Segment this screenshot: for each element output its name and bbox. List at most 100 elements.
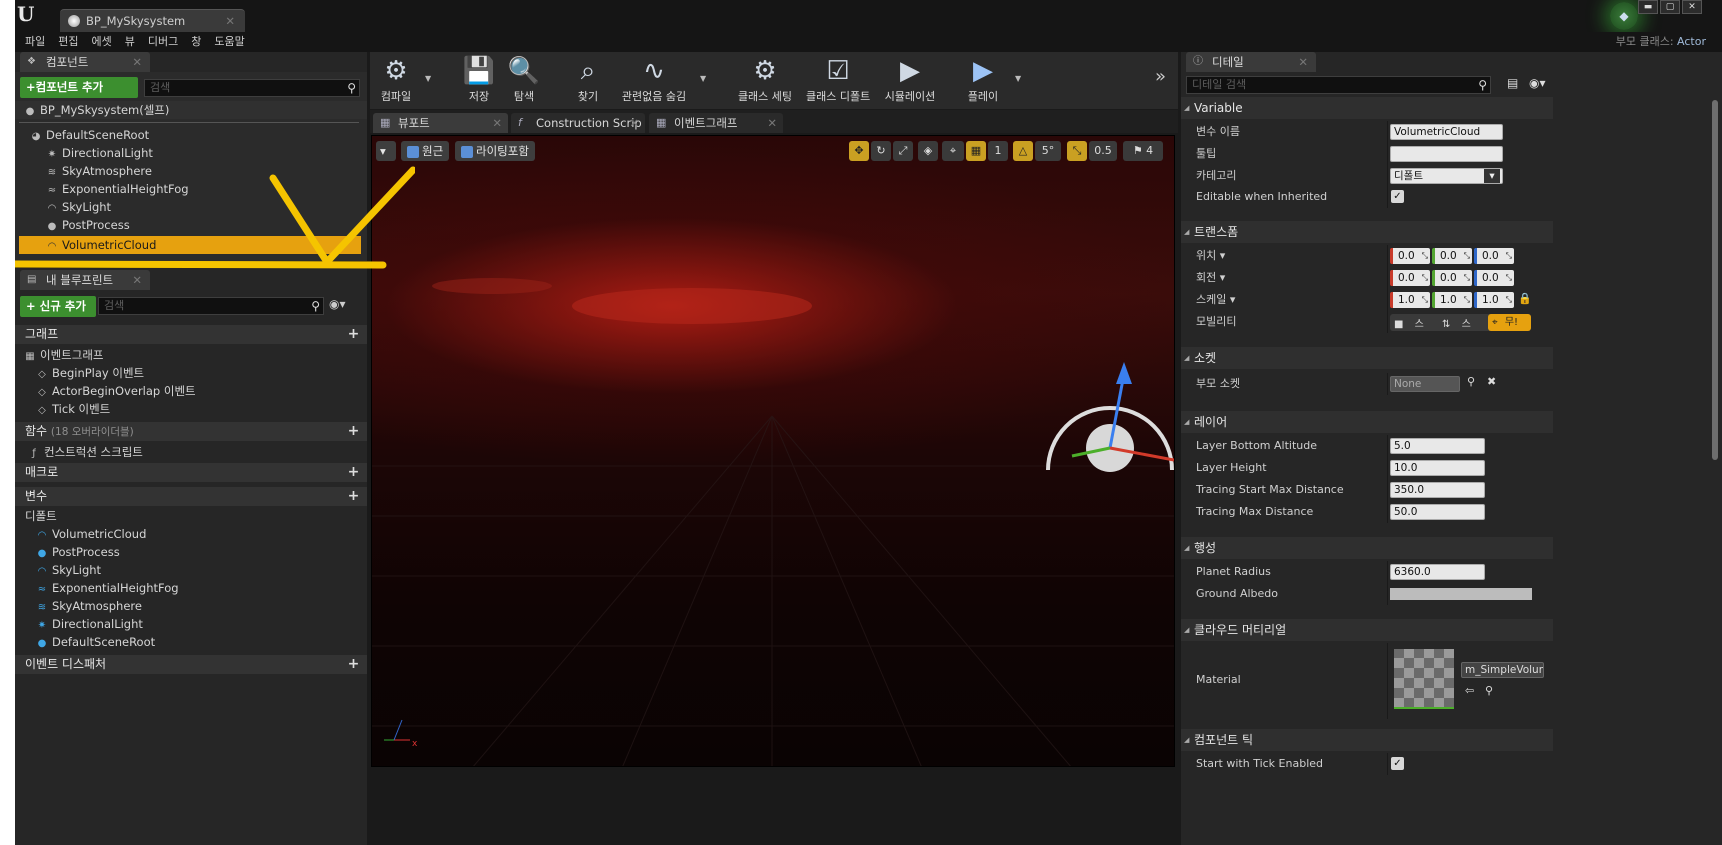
tracing-start-field[interactable]: 350.0 [1390, 482, 1485, 498]
graphs-section[interactable]: 그래프 + [15, 325, 367, 344]
transform-section[interactable]: 트랜스폼 [1181, 221, 1553, 243]
close-tab-icon[interactable]: ✕ [132, 52, 142, 72]
close-tab-icon[interactable]: ✕ [767, 113, 777, 133]
add-component-button[interactable]: +컴포넌트 추가 [20, 77, 138, 98]
tab-event-graph[interactable]: ▦ 이벤트그래프 ✕ [649, 113, 783, 133]
class-defaults-button[interactable]: ☑ 클래스 디폴트 [806, 52, 870, 109]
material-dropdown[interactable]: m_SimpleVolum [1461, 662, 1544, 678]
scale-snap-icon[interactable]: ⤡ [1067, 141, 1087, 161]
add-new-button[interactable]: + 신규 추가 ▾ [20, 296, 96, 334]
layer-bottom-field[interactable]: 5.0 [1390, 438, 1485, 454]
play-button[interactable]: ▶ 플레이 [963, 52, 1003, 109]
stationary-mobility-option[interactable]: ⇅ 스 [1442, 315, 1471, 330]
play-dropdown-icon[interactable]: ▼ [1015, 74, 1021, 83]
rotation-x-field[interactable]: 0.0 ⤡ [1390, 270, 1430, 286]
construction-script-row[interactable]: ƒ 컨스트럭션 스크립트 [15, 443, 367, 461]
find-button[interactable]: ⌕ 찾기 [571, 52, 605, 109]
rotation-label[interactable]: 회전 ▾ [1196, 267, 1225, 289]
variable-row[interactable]: ◠ VolumetricCloud [15, 525, 367, 543]
variable-name-field[interactable]: VolumetricCloud [1390, 124, 1503, 140]
variable-row[interactable]: ≈ ExponentialHeightFog [15, 579, 367, 597]
self-row[interactable]: ● BP_MySkysystem(셀프) [15, 101, 367, 119]
location-z-field[interactable]: 0.0 ⤡ [1474, 248, 1514, 264]
layers-section[interactable]: 레이어 [1181, 411, 1553, 433]
event-row[interactable]: ◇ ActorBeginOverlap 이벤트 [15, 382, 367, 400]
maximize-button[interactable]: ▢ [1660, 0, 1680, 14]
blueprint-search-input[interactable]: 검색 ⚲ [98, 297, 324, 315]
scale-snap-value[interactable]: 0.5 [1089, 141, 1117, 161]
close-tab-icon[interactable]: ✕ [629, 113, 639, 133]
add-macro-icon[interactable]: + [346, 465, 361, 480]
ground-albedo-color-swatch[interactable] [1390, 588, 1532, 600]
viewport[interactable]: x ▾ 원근 라이팅포함 ✥ ↻ ⤢ ◈ ⌖ ▦ 1 △ 5° ⤡ 0.5 ⚑ … [371, 135, 1175, 767]
view-options-icon[interactable]: ◉▾ [1529, 76, 1546, 90]
component-tick-section[interactable]: 컴포넌트 틱 [1181, 729, 1553, 751]
scale-tool-icon[interactable]: ⤢ [893, 141, 913, 161]
lock-icon[interactable]: 🔒 [1518, 292, 1532, 305]
location-x-field[interactable]: 0.0 ⤡ [1390, 248, 1430, 264]
simulation-button[interactable]: ▶ 시뮬레이션 [882, 52, 938, 109]
lighting-mode-button[interactable]: 라이팅포함 [455, 141, 535, 161]
component-row-selected[interactable]: ◠ VolumetricCloud [19, 236, 361, 254]
browse-button[interactable]: 🔍 탐색 [507, 52, 541, 109]
add-variable-icon[interactable]: + [346, 489, 361, 504]
minimize-button[interactable]: ▬ [1638, 0, 1658, 14]
variable-row[interactable]: ● DefaultSceneRoot [15, 633, 367, 651]
add-dispatcher-icon[interactable]: + [346, 657, 361, 672]
close-tab-icon[interactable]: ✕ [1298, 52, 1308, 72]
close-tab-icon[interactable]: ✕ [132, 270, 142, 290]
class-settings-button[interactable]: ⚙ 클래스 세팅 [735, 52, 795, 109]
location-label[interactable]: 위치 ▾ [1196, 245, 1225, 267]
variables-section[interactable]: 변수 + [15, 487, 367, 506]
details-search-input[interactable]: 디테일 검색 ⚲ [1186, 76, 1491, 94]
variable-row[interactable]: ◠ SkyLight [15, 561, 367, 579]
functions-section[interactable]: 함수 (18 오버라이더블) + [15, 422, 367, 441]
components-tab[interactable]: ❖ 컴포넌트 ✕ [20, 52, 150, 72]
macros-section[interactable]: 매크로 + [15, 463, 367, 482]
property-matrix-icon[interactable]: ▤ [1507, 76, 1518, 90]
movable-mobility-option[interactable]: ⌖ 무! [1488, 314, 1531, 331]
rotation-snap-icon[interactable]: △ [1013, 141, 1033, 161]
source-control-icon[interactable]: ◆ [1610, 2, 1638, 30]
grid-snap-icon[interactable]: ▦ [966, 141, 986, 161]
location-y-field[interactable]: 0.0 ⤡ [1432, 248, 1472, 264]
rotation-y-field[interactable]: 0.0 ⤡ [1432, 270, 1472, 286]
use-selected-asset-icon[interactable]: ⇦ [1465, 684, 1474, 697]
sky-light-gizmo-icon[interactable] [1046, 362, 1174, 472]
rotation-z-field[interactable]: 0.0 ⤡ [1474, 270, 1514, 286]
coordinate-space-icon[interactable]: ◈ [918, 141, 938, 161]
my-blueprint-tab[interactable]: ▤ 내 블루프린트 ✕ [20, 270, 150, 290]
scale-x-field[interactable]: 1.0 ⤡ [1390, 292, 1430, 308]
menu-view[interactable]: 뷰 [125, 32, 135, 52]
planet-section[interactable]: 행성 [1181, 537, 1553, 559]
tab-construction-script[interactable]: f Construction Scrip ✕ [511, 113, 645, 133]
menu-help[interactable]: 도움말 [214, 32, 244, 52]
details-tab[interactable]: ⓘ 디테일 ✕ [1186, 52, 1316, 72]
menu-debug[interactable]: 디버그 [148, 32, 178, 52]
component-row[interactable]: ◠ SkyLight [15, 198, 367, 216]
hide-unrelated-dropdown-icon[interactable]: ▼ [700, 74, 706, 83]
component-row[interactable]: ◕ DefaultSceneRoot [15, 126, 367, 144]
tracing-max-field[interactable]: 50.0 [1390, 504, 1485, 520]
menu-file[interactable]: 파일 [25, 32, 45, 52]
scale-y-field[interactable]: 1.0 ⤡ [1432, 292, 1472, 308]
browse-asset-icon[interactable]: ⚲ [1485, 684, 1493, 697]
variable-section[interactable]: Variable [1181, 97, 1553, 119]
toolbar-overflow-icon[interactable]: » [1155, 66, 1166, 87]
close-window-button[interactable]: ✕ [1682, 0, 1702, 14]
scale-z-field[interactable]: 1.0 ⤡ [1474, 292, 1514, 308]
event-row[interactable]: ◇ BeginPlay 이벤트 [15, 364, 367, 382]
search-icon[interactable]: ⚲ [1467, 375, 1475, 388]
menu-asset[interactable]: 에셋 [92, 32, 112, 52]
planet-radius-field[interactable]: 6360.0 [1390, 564, 1485, 580]
unreal-logo-icon[interactable]: U [17, 2, 39, 26]
rotate-tool-icon[interactable]: ↻ [871, 141, 891, 161]
close-tab-icon[interactable]: ✕ [225, 10, 235, 32]
rotation-snap-value[interactable]: 5° [1035, 141, 1061, 161]
parent-socket-field[interactable]: None [1390, 376, 1460, 392]
sockets-section[interactable]: 소켓 [1181, 347, 1553, 369]
variable-row[interactable]: ✷ DirectionalLight [15, 615, 367, 633]
translate-tool-icon[interactable]: ✥ [849, 141, 869, 161]
camera-speed-button[interactable]: ⚑ 4 [1123, 141, 1163, 161]
editable-checkbox[interactable]: ✓ [1391, 190, 1404, 203]
